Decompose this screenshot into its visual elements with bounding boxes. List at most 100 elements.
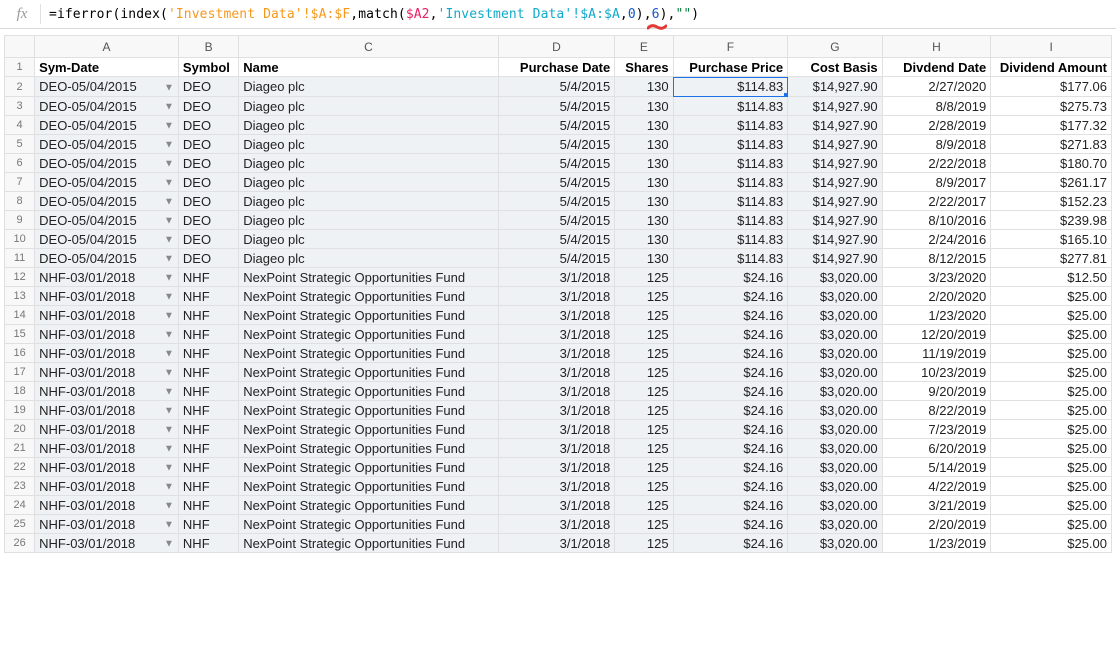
cell-symdate[interactable]: DEO-05/04/2015▼: [35, 230, 179, 249]
row-header-12[interactable]: 12: [5, 268, 35, 287]
cell-symbol[interactable]: DEO: [178, 230, 238, 249]
cell-cost-basis[interactable]: $3,020.00: [788, 268, 883, 287]
cell-shares[interactable]: 125: [615, 439, 673, 458]
cell-name[interactable]: Diageo plc: [239, 116, 498, 135]
cell-dividend-amount[interactable]: $25.00: [991, 287, 1112, 306]
cell-dividend-date[interactable]: 5/14/2019: [882, 458, 991, 477]
cell-purchase-price[interactable]: $24.16: [673, 477, 788, 496]
dropdown-icon[interactable]: ▼: [164, 82, 174, 93]
col-header-F[interactable]: F: [673, 36, 788, 58]
cell-symdate[interactable]: NHF-03/01/2018▼: [35, 325, 179, 344]
cell-shares[interactable]: 130: [615, 192, 673, 211]
cell-dividend-date[interactable]: 9/20/2019: [882, 382, 991, 401]
cell-shares[interactable]: 125: [615, 363, 673, 382]
cell-symdate[interactable]: NHF-03/01/2018▼: [35, 287, 179, 306]
col-header-H[interactable]: H: [882, 36, 991, 58]
header-cost-basis[interactable]: Cost Basis: [788, 58, 883, 77]
cell-purchase-price[interactable]: $114.83: [673, 97, 788, 116]
dropdown-icon[interactable]: ▼: [164, 120, 174, 131]
cell-cost-basis[interactable]: $3,020.00: [788, 363, 883, 382]
cell-dividend-date[interactable]: 12/20/2019: [882, 325, 991, 344]
row-header-13[interactable]: 13: [5, 287, 35, 306]
cell-name[interactable]: NexPoint Strategic Opportunities Fund: [239, 287, 498, 306]
dropdown-icon[interactable]: ▼: [164, 177, 174, 188]
cell-shares[interactable]: 130: [615, 97, 673, 116]
row-header-15[interactable]: 15: [5, 325, 35, 344]
cell-cost-basis[interactable]: $3,020.00: [788, 325, 883, 344]
cell-purchase-price[interactable]: $114.83: [673, 230, 788, 249]
cell-shares[interactable]: 130: [615, 154, 673, 173]
cell-dividend-amount[interactable]: $177.32: [991, 116, 1112, 135]
cell-shares[interactable]: 125: [615, 534, 673, 553]
cell-cost-basis[interactable]: $3,020.00: [788, 382, 883, 401]
cell-name[interactable]: Diageo plc: [239, 97, 498, 116]
cell-purchase-price[interactable]: $114.83: [673, 192, 788, 211]
cell-name[interactable]: Diageo plc: [239, 135, 498, 154]
dropdown-icon[interactable]: ▼: [164, 101, 174, 112]
cell-dividend-amount[interactable]: $12.50: [991, 268, 1112, 287]
cell-purchase-price[interactable]: $24.16: [673, 268, 788, 287]
row-header-4[interactable]: 4: [5, 116, 35, 135]
cell-name[interactable]: NexPoint Strategic Opportunities Fund: [239, 401, 498, 420]
header-dividend-date[interactable]: Divdend Date: [882, 58, 991, 77]
cell-name[interactable]: Diageo plc: [239, 249, 498, 268]
cell-cost-basis[interactable]: $14,927.90: [788, 211, 883, 230]
col-header-G[interactable]: G: [788, 36, 883, 58]
cell-name[interactable]: Diageo plc: [239, 173, 498, 192]
cell-name[interactable]: NexPoint Strategic Opportunities Fund: [239, 496, 498, 515]
cell-dividend-amount[interactable]: $25.00: [991, 439, 1112, 458]
cell-dividend-date[interactable]: 2/27/2020: [882, 77, 991, 97]
row-header-20[interactable]: 20: [5, 420, 35, 439]
cell-symdate[interactable]: NHF-03/01/2018▼: [35, 344, 179, 363]
row-header-10[interactable]: 10: [5, 230, 35, 249]
cell-dividend-amount[interactable]: $25.00: [991, 496, 1112, 515]
cell-dividend-date[interactable]: 8/8/2019: [882, 97, 991, 116]
cell-purchase-date[interactable]: 3/1/2018: [498, 534, 615, 553]
cell-name[interactable]: NexPoint Strategic Opportunities Fund: [239, 458, 498, 477]
cell-symbol[interactable]: DEO: [178, 77, 238, 97]
cell-symbol[interactable]: DEO: [178, 192, 238, 211]
dropdown-icon[interactable]: ▼: [164, 519, 174, 530]
cell-cost-basis[interactable]: $3,020.00: [788, 401, 883, 420]
cell-name[interactable]: NexPoint Strategic Opportunities Fund: [239, 268, 498, 287]
cell-cost-basis[interactable]: $3,020.00: [788, 344, 883, 363]
cell-purchase-date[interactable]: 5/4/2015: [498, 154, 615, 173]
dropdown-icon[interactable]: ▼: [164, 538, 174, 549]
cell-shares[interactable]: 130: [615, 211, 673, 230]
cell-symdate[interactable]: NHF-03/01/2018▼: [35, 458, 179, 477]
dropdown-icon[interactable]: ▼: [164, 310, 174, 321]
cell-dividend-amount[interactable]: $25.00: [991, 515, 1112, 534]
dropdown-icon[interactable]: ▼: [164, 462, 174, 473]
cell-symdate[interactable]: DEO-05/04/2015▼: [35, 173, 179, 192]
cell-symdate[interactable]: NHF-03/01/2018▼: [35, 439, 179, 458]
cell-purchase-price[interactable]: $24.16: [673, 458, 788, 477]
row-header-11[interactable]: 11: [5, 249, 35, 268]
cell-symbol[interactable]: NHF: [178, 420, 238, 439]
col-header-D[interactable]: D: [498, 36, 615, 58]
cell-symbol[interactable]: NHF: [178, 534, 238, 553]
row-header-23[interactable]: 23: [5, 477, 35, 496]
cell-shares[interactable]: 130: [615, 230, 673, 249]
cell-name[interactable]: NexPoint Strategic Opportunities Fund: [239, 344, 498, 363]
cell-dividend-date[interactable]: 2/24/2016: [882, 230, 991, 249]
header-purchase-price[interactable]: Purchase Price: [673, 58, 788, 77]
cell-symbol[interactable]: NHF: [178, 458, 238, 477]
cell-purchase-date[interactable]: 3/1/2018: [498, 401, 615, 420]
cell-dividend-date[interactable]: 3/21/2019: [882, 496, 991, 515]
dropdown-icon[interactable]: ▼: [164, 253, 174, 264]
row-header-26[interactable]: 26: [5, 534, 35, 553]
cell-purchase-price[interactable]: $24.16: [673, 287, 788, 306]
cell-dividend-amount[interactable]: $25.00: [991, 325, 1112, 344]
dropdown-icon[interactable]: ▼: [164, 196, 174, 207]
cell-purchase-date[interactable]: 5/4/2015: [498, 116, 615, 135]
header-shares[interactable]: Shares: [615, 58, 673, 77]
cell-purchase-date[interactable]: 3/1/2018: [498, 268, 615, 287]
cell-dividend-amount[interactable]: $275.73: [991, 97, 1112, 116]
cell-name[interactable]: NexPoint Strategic Opportunities Fund: [239, 325, 498, 344]
cell-cost-basis[interactable]: $3,020.00: [788, 534, 883, 553]
cell-dividend-amount[interactable]: $25.00: [991, 458, 1112, 477]
cell-dividend-date[interactable]: 1/23/2020: [882, 306, 991, 325]
dropdown-icon[interactable]: ▼: [164, 443, 174, 454]
row-header-9[interactable]: 9: [5, 211, 35, 230]
cell-symbol[interactable]: NHF: [178, 439, 238, 458]
